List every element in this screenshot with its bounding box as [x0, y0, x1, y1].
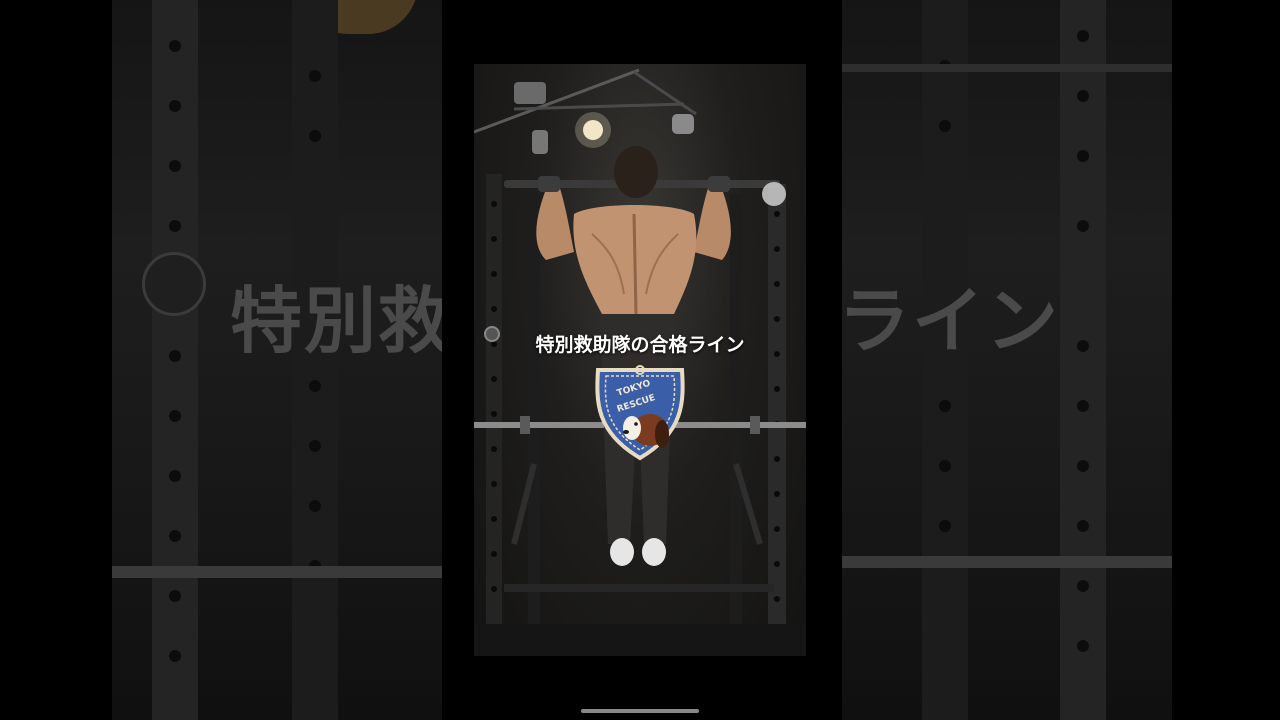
gym-scene: [474, 68, 806, 656]
video-player[interactable]: 特別救 ライン 特別救助隊の合格ライン TOKYO RESCUE: [0, 0, 1280, 720]
background-pullup-bar: [842, 64, 1172, 72]
background-caption-left: 特別救: [230, 278, 442, 363]
background-rack-post: [152, 0, 198, 720]
floor: [474, 624, 806, 656]
background-caption-right: ライン: [842, 278, 1061, 363]
background-barbell: [842, 556, 1172, 568]
video-caption: 特別救助隊の合格ライン: [535, 334, 745, 356]
video-frame[interactable]: 特別救助隊の合格ライン TOKYO RESCUE: [474, 64, 806, 656]
background-barbell: [112, 566, 442, 578]
blurred-background-right: ライン: [842, 0, 1172, 720]
blurred-background-left: 特別救: [112, 0, 442, 720]
tokyo-rescue-badge-icon: TOKYO RESCUE: [595, 365, 685, 461]
background-rack-post: [1060, 0, 1106, 720]
lens-flare: [762, 182, 786, 206]
home-indicator[interactable]: [581, 709, 699, 713]
background-camera-dot: [142, 252, 206, 316]
